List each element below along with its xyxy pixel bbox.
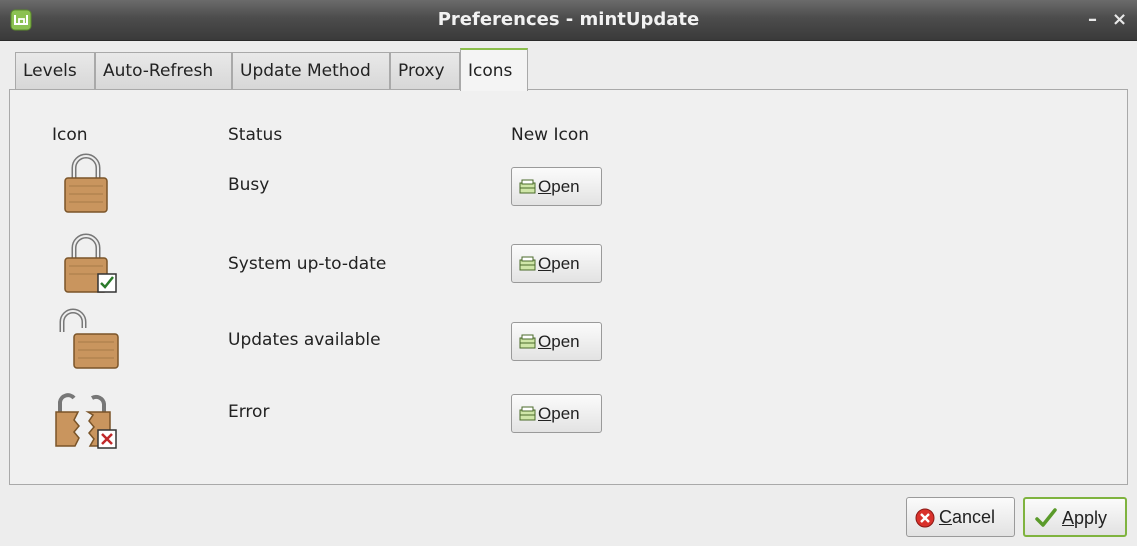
status-label-updates-available: Updates available	[228, 330, 381, 350]
minimize-button[interactable]: –	[1088, 0, 1097, 40]
lock-checked-icon	[64, 233, 117, 293]
status-label-system-up-to-date: System up-to-date	[228, 254, 387, 274]
window-title: Preferences - mintUpdate	[437, 9, 700, 30]
open-up-to-date-icon-button[interactable]: Open	[511, 244, 602, 283]
lock-closed-icon	[64, 153, 108, 213]
tab-auto-refresh[interactable]: Auto-Refresh	[95, 52, 232, 89]
preferences-window: Preferences - mintUpdate – × Levels Auto…	[0, 0, 1137, 546]
cancel-button-label: Cancel	[939, 507, 996, 527]
open-button-label: Open	[538, 332, 580, 351]
lock-open-icon	[59, 308, 119, 369]
close-button[interactable]: ×	[1112, 0, 1127, 40]
status-label-error: Error	[228, 402, 270, 422]
tab-proxy[interactable]: Proxy	[390, 52, 460, 89]
cancel-button[interactable]: Cancel	[906, 497, 1015, 537]
open-file-icon	[519, 256, 536, 271]
open-button-label: Open	[538, 177, 580, 196]
open-button-label: Open	[538, 254, 580, 273]
title-bar[interactable]: Preferences - mintUpdate – ×	[0, 0, 1137, 41]
checkmark-icon	[1035, 508, 1057, 527]
open-updates-available-icon-button[interactable]: Open	[511, 322, 602, 361]
open-file-icon	[519, 334, 536, 349]
apply-button-label: Apply	[1062, 508, 1108, 528]
open-file-icon	[519, 179, 536, 194]
icon-column-header: Icon	[52, 125, 88, 145]
new-icon-column-header: New Icon	[511, 125, 590, 145]
open-button-label: Open	[538, 404, 580, 423]
cancel-icon	[915, 508, 935, 528]
open-error-icon-button[interactable]: Open	[511, 394, 602, 433]
tab-icons[interactable]: Icons	[460, 48, 528, 91]
status-column-header: Status	[228, 125, 283, 145]
open-file-icon	[519, 406, 536, 421]
apply-button[interactable]: Apply	[1023, 497, 1127, 537]
tab-levels[interactable]: Levels	[15, 52, 95, 89]
tab-update-method[interactable]: Update Method	[232, 52, 390, 89]
open-busy-icon-button[interactable]: Open	[511, 167, 602, 206]
status-label-busy: Busy	[228, 175, 270, 195]
lock-broken-icon	[55, 393, 117, 449]
